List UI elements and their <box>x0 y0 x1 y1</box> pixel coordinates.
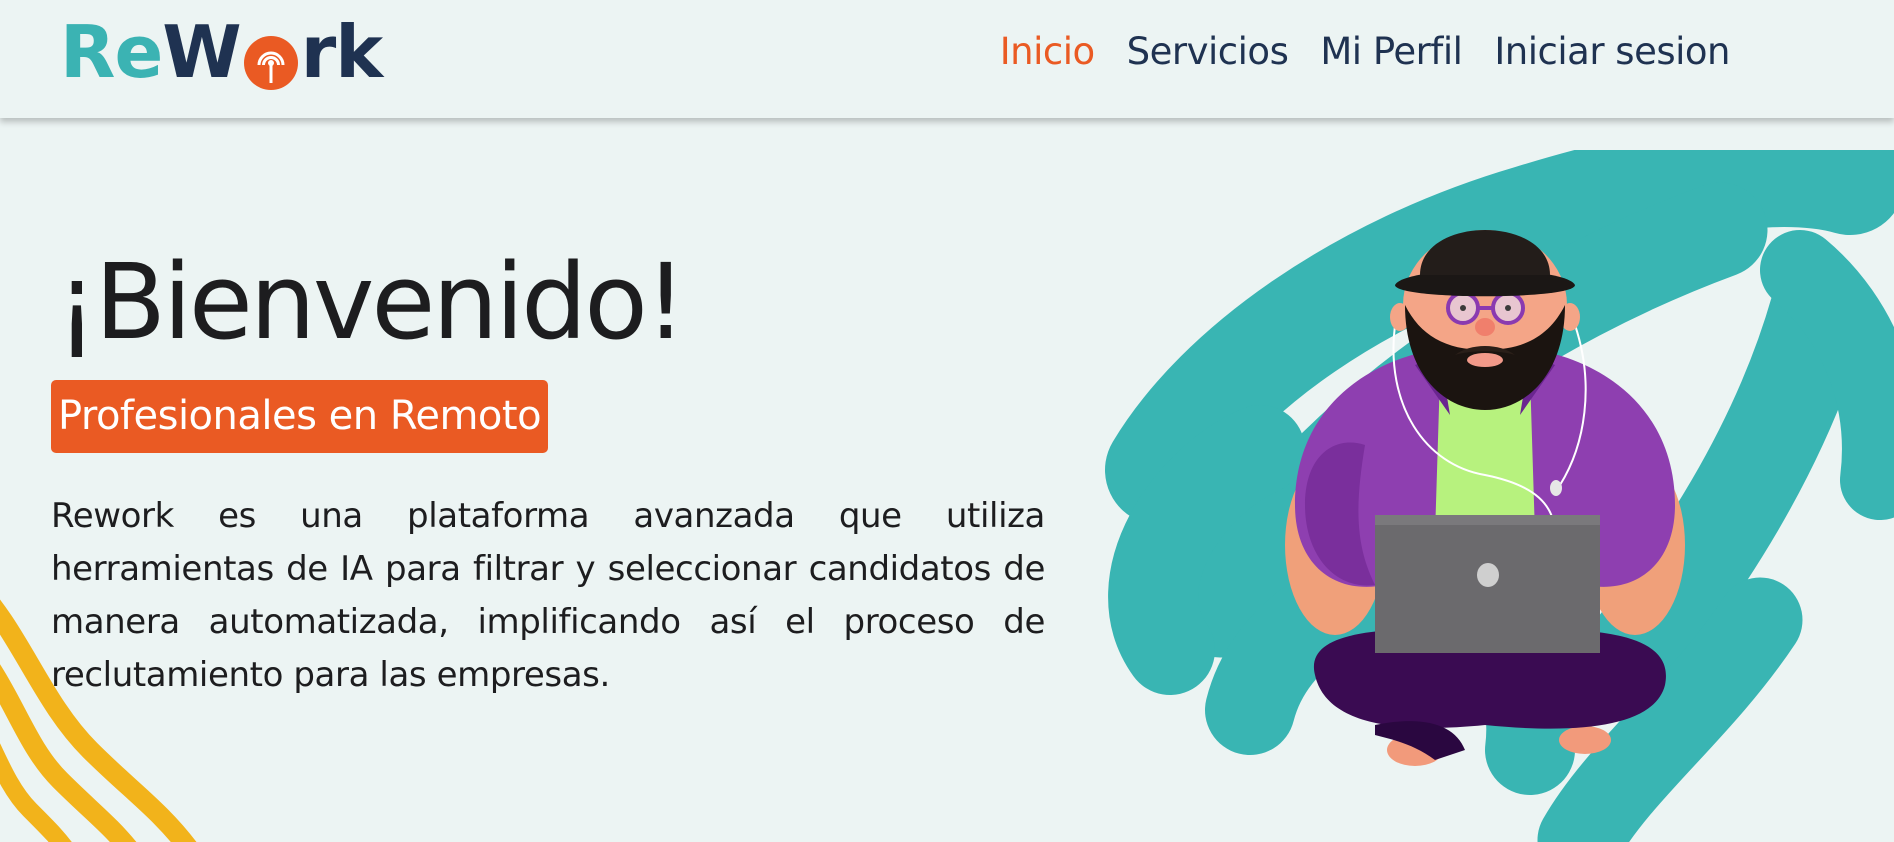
tagline-badge: Profesionales en Remoto <box>51 380 548 453</box>
page-title: ¡Bienvenido! <box>56 241 687 363</box>
site-header: Re W rk Inicio Servicios Mi Perfil Inicia… <box>0 0 1894 118</box>
nav-iniciar-sesion[interactable]: Iniciar sesion <box>1494 30 1730 73</box>
logo-text-re: Re <box>60 10 163 94</box>
main-nav: Inicio Servicios Mi Perfil Iniciar sesio… <box>1000 30 1731 73</box>
broadcast-signal-icon <box>243 30 299 90</box>
rework-logo[interactable]: Re W rk <box>60 10 383 94</box>
nav-inicio[interactable]: Inicio <box>1000 30 1095 73</box>
logo-text-w: W <box>162 10 241 94</box>
hero-description: Rework es una plataforma avanzada que ut… <box>51 496 1045 695</box>
remote-worker-laptop-illustration <box>1285 230 1685 766</box>
nav-servicios[interactable]: Servicios <box>1127 30 1289 73</box>
logo-text-rk: rk <box>300 10 383 94</box>
nav-mi-perfil[interactable]: Mi Perfil <box>1320 30 1463 73</box>
